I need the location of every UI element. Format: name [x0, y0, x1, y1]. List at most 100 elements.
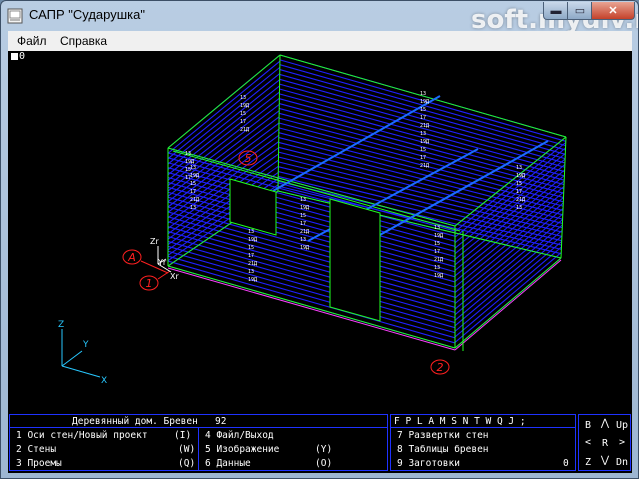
cmd-data-key: (O) [315, 458, 333, 469]
log-label: 15 [516, 181, 522, 187]
view-indicator [11, 53, 18, 60]
log-label: 21Д [434, 257, 443, 263]
log-label: 15 [190, 181, 196, 187]
cad-viewport[interactable]: 13 19Д 15 17 21Д 13 13 19Д 15 17 21Д 13 19Д 13 19Д 15 17… [8, 51, 632, 473]
status-line: Деревянный дом. Бревен 92 [72, 416, 227, 427]
frame-edge [454, 257, 562, 349]
frame-edge [167, 265, 456, 349]
log-label: 17 [190, 189, 196, 195]
nav-up-arrow-icon[interactable]: ⋀ [598, 418, 612, 431]
nav-dn-button[interactable]: Dn [615, 457, 629, 470]
cmd-image[interactable]: 5 Изображение [205, 444, 279, 455]
minimize-icon: ▬ [550, 4, 562, 17]
right-log [454, 180, 565, 271]
axis-marker-label: 1 [146, 277, 153, 290]
cmd-walls-key: (W) [178, 444, 196, 455]
front-log [167, 216, 456, 298]
log-label: 13 [300, 237, 306, 243]
log-label: 13 [434, 265, 440, 271]
right-log [454, 202, 564, 293]
right-log [454, 246, 562, 338]
front-log [167, 260, 456, 344]
log-label: 19Д [248, 237, 257, 243]
axis-marker-label: A [127, 251, 136, 264]
nav-down-arrow-icon[interactable]: ⋁ [598, 455, 612, 468]
cmd-blanks[interactable]: 9 Заготовки [397, 458, 460, 469]
log-label: 17 [240, 119, 246, 125]
front-log [167, 255, 456, 339]
maximize-button[interactable]: ▭ [567, 2, 593, 20]
log-label: 17 [434, 249, 440, 255]
command-panel: Деревянный дом. Бревен 92 1 Оси стен/Нов… [8, 413, 632, 473]
log-label: 19Д [185, 159, 194, 165]
log-label: 19Д [516, 173, 525, 179]
log-label: 13 [300, 197, 306, 203]
log-label: 13 [420, 91, 426, 97]
log-label: 19Д [300, 205, 309, 211]
log-label: 15 [420, 107, 426, 113]
front-log [167, 240, 456, 324]
right-log [454, 241, 563, 332]
cmd-axes[interactable]: 1 Оси стен/Новый проект [16, 430, 148, 441]
world-axis-label: X [101, 376, 107, 386]
menu-help[interactable]: Справка [60, 34, 107, 48]
window-title: САПР "Сударушка" [29, 7, 145, 22]
nav-b-button[interactable]: B [581, 420, 595, 433]
command-box-output: F P L A M S N T W Q J ; 7 Развертки стен… [390, 414, 576, 471]
log-label: 15 [240, 111, 246, 117]
log-label: 21Д [300, 229, 309, 235]
cmd-walls[interactable]: 2 Стены [16, 444, 56, 455]
world-axis-x [61, 365, 101, 378]
front-log [167, 250, 456, 334]
nav-up-button[interactable]: Up [615, 420, 629, 433]
hotkey-row[interactable]: F P L A M S N T W Q J ; [394, 416, 526, 427]
log-label: 13 [190, 205, 196, 211]
front-log [167, 221, 456, 303]
house-3d-view[interactable]: 1319Д151721Д131319Д151721Д1319Д1319Д1517… [8, 51, 632, 413]
log-label: 19Д [434, 233, 443, 239]
right-log [454, 230, 563, 321]
nav-right-arrow-icon[interactable]: > [615, 437, 629, 450]
log-label: 19Д [248, 277, 257, 283]
cmd-log-tables[interactable]: 8 Таблицы бревен [397, 444, 489, 455]
right-log [454, 235, 563, 327]
title-bar[interactable]: САПР "Сударушка" soft.mydiv.net ▬ ▭ ✕ [1, 1, 638, 35]
local-axis-label: Zr [150, 237, 159, 246]
log-label: 13 [516, 165, 522, 171]
right-log [454, 158, 566, 249]
log-label: 21Д [516, 197, 525, 203]
nav-left-arrow-icon[interactable]: < [581, 437, 595, 450]
left-log [167, 60, 281, 154]
log-label: 17 [516, 189, 522, 195]
front-log [167, 231, 456, 313]
cmd-file-exit[interactable]: 4 Файл/Выход [205, 430, 274, 441]
log-label: 21Д [240, 127, 249, 133]
log-label: 17 [248, 253, 254, 259]
nav-r-button[interactable]: R [598, 438, 612, 451]
close-button[interactable]: ✕ [591, 2, 635, 20]
log-label: 21Д [420, 163, 429, 169]
right-log [454, 252, 562, 343]
log-label: 17 [185, 175, 191, 181]
log-label: 13 [420, 131, 426, 137]
log-label: 15 [434, 241, 440, 247]
log-label: 15 [185, 167, 191, 173]
navigation-pad: B ⋀ Up < R > Z ⋁ Dn [578, 414, 631, 471]
log-label: 13 [185, 151, 191, 157]
cmd-data[interactable]: 6 Данные [205, 458, 251, 469]
cmd-openings[interactable]: 3 Проемы [16, 458, 62, 469]
log-label: 19Д [420, 139, 429, 145]
cmd-wall-unfold[interactable]: 7 Развертки стен [397, 430, 489, 441]
counter-value: 0 [563, 458, 569, 469]
log-label: 13 [248, 229, 254, 235]
menu-file[interactable]: Файл [17, 34, 47, 48]
log-label: 17 [420, 155, 426, 161]
log-label: 19Д [420, 99, 429, 105]
menu-bar: Файл Справка [8, 31, 632, 52]
nav-z-button[interactable]: Z [581, 457, 595, 470]
log-label: 19Д [300, 245, 309, 251]
log-label: 13 [240, 95, 246, 101]
log-label: 13 [516, 205, 522, 211]
log-label: 21Д [190, 197, 199, 203]
minimize-button[interactable]: ▬ [543, 2, 569, 20]
